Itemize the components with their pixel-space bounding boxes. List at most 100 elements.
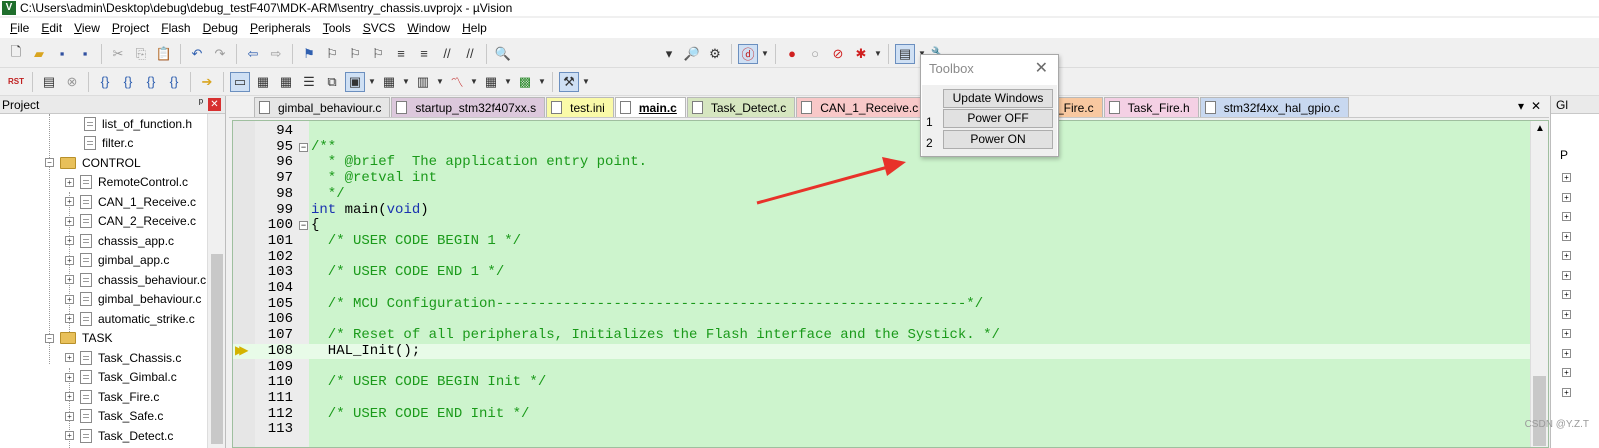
system-viewer-icon[interactable]: ▩ [515,72,535,92]
tree-file[interactable]: + automatic_strike.c [65,309,195,328]
expand-icon[interactable]: + [1562,251,1571,260]
tree-folder[interactable]: − CONTROL [45,153,141,172]
chevron-down-icon[interactable]: ▼ [582,77,590,86]
disassembly-window-icon[interactable]: ▦ [253,72,273,92]
expand-icon[interactable]: + [65,236,74,245]
menu-project[interactable]: Project [106,18,155,38]
editor-tab[interactable]: test.ini [546,97,614,117]
expand-icon[interactable]: + [65,392,74,401]
analysis-windows-icon[interactable]: 〽 [447,72,467,92]
code-line[interactable]: 106 [233,312,1530,328]
collapse-icon[interactable]: − [45,333,54,343]
run-icon[interactable]: ▤ [39,72,59,92]
uncomment-icon[interactable]: // [460,44,480,64]
menu-debug[interactable]: Debug [197,18,244,38]
chevron-down-icon[interactable]: ▼ [436,77,444,86]
fold-toggle-icon[interactable]: − [299,142,308,152]
code-line[interactable]: 100−{ [233,217,1530,234]
paste-icon[interactable]: 📋 [154,44,174,64]
expand-icon[interactable]: + [65,431,74,440]
expand-icon[interactable]: + [1562,192,1571,202]
step-out-icon[interactable]: {} [141,72,161,92]
pin-icon[interactable]: ᵖ [199,97,203,109]
cut-icon[interactable]: ✂ [108,44,128,64]
scroll-up-icon[interactable]: ▲ [1535,123,1545,134]
indent-icon[interactable]: ≡ [391,44,411,64]
code-line[interactable]: 112 /* USER CODE END Init */ [233,406,1530,423]
registers-window-icon[interactable]: ☰ [299,72,319,92]
command-window-icon[interactable]: ▭ [230,71,250,92]
expand-icon[interactable]: + [65,294,74,304]
find-in-files-icon[interactable]: 🔍 [493,44,513,64]
save-all-icon[interactable]: ▪ [75,44,95,64]
bookmark-icon[interactable]: ⚑ [299,44,319,64]
tab-list-icon[interactable]: ▾ [1518,99,1524,113]
expand-icon[interactable]: + [1562,270,1571,280]
close-icon[interactable]: ✕ [1531,99,1541,113]
serial-windows-icon[interactable]: ▥ [413,72,433,92]
code-line[interactable]: 110 /* USER CODE BEGIN Init */ [233,374,1530,391]
comment-icon[interactable]: // [437,44,457,64]
chevron-down-icon[interactable]: ▼ [402,77,410,86]
clear-bookmarks-icon[interactable]: ⚐ [368,44,388,64]
fold-toggle-icon[interactable]: − [299,221,308,231]
expand-icon[interactable]: + [1562,212,1571,221]
code-line[interactable]: 97 * @retval int [233,170,1530,187]
editor-tab[interactable]: stm32f4xx_hal_gpio.c [1199,97,1349,117]
tree-file[interactable]: + gimbal_app.c [65,251,169,270]
expand-icon[interactable]: + [65,411,74,421]
insert-breakpoint-icon[interactable]: ● [782,44,802,64]
stop-icon[interactable]: ⊗ [62,72,82,92]
power-off-button[interactable]: Power OFF [943,109,1053,128]
code-line[interactable]: 99 int main(void) [233,202,1530,219]
code-line[interactable]: 113 [233,422,1530,438]
next-bookmark-icon[interactable]: ⚐ [345,44,365,64]
tree-file[interactable]: + CAN_1_Receive.c [65,192,196,211]
toolbox-icon[interactable]: ⚒ [559,71,579,92]
editor-tab[interactable]: main.c [614,97,686,117]
redo-icon[interactable]: ↷ [210,44,230,64]
menu-edit[interactable]: Edit [35,18,68,38]
expand-icon[interactable]: + [1562,387,1571,397]
show-next-statement-icon[interactable]: ➔ [197,72,217,92]
save-icon[interactable]: ▪ [52,44,72,64]
close-icon[interactable]: ✕ [1035,58,1048,78]
editor-tab[interactable]: Task_Fire.h [1103,97,1199,117]
menu-file[interactable]: File [4,18,35,38]
code-line[interactable]: 111 [233,390,1530,407]
tree-file[interactable]: + Task_Safe.c [65,407,163,426]
watch-windows-icon[interactable]: ▣ [345,71,365,92]
window-layout-icon[interactable]: ▤ [895,43,915,64]
tree-file[interactable]: + Task_Detect.c [65,426,173,445]
trace-windows-icon[interactable]: ▦ [481,72,501,92]
chevron-down-icon[interactable]: ▼ [874,49,882,58]
menu-window[interactable]: Window [401,18,456,38]
call-stack-icon[interactable]: ⧉ [322,72,342,92]
incremental-find-icon[interactable]: ⚙ [705,44,725,64]
expand-icon[interactable]: + [65,216,74,226]
scrollbar-thumb[interactable] [1533,376,1546,446]
expand-icon[interactable]: + [1562,173,1571,182]
disable-breakpoints-icon[interactable]: ⊘ [828,44,848,64]
step-over-icon[interactable]: {} [118,72,138,92]
code-line[interactable]: 102 [233,249,1530,266]
tree-file[interactable]: + Task_Chassis.c [65,348,181,367]
update-windows-button[interactable]: Update Windows [943,89,1053,108]
undo-icon[interactable]: ↶ [187,44,207,64]
find-icon[interactable]: 🔎 [682,44,702,64]
tree-file[interactable]: + gimbal_behaviour.c [65,290,201,309]
chevron-down-icon[interactable]: ▼ [368,77,376,86]
symbols-window-icon[interactable]: ▦ [276,72,296,92]
kill-breakpoints-icon[interactable]: ✱ [851,44,871,64]
tree-file[interactable]: + RemoteControl.c [65,173,188,192]
navigate-forward-icon[interactable]: ⇨ [266,44,286,64]
expand-icon[interactable]: + [1562,329,1571,338]
tree-file[interactable]: filter.c [84,134,133,153]
expand-icon[interactable]: + [1562,309,1571,319]
menu-tools[interactable]: Tools [317,18,357,38]
tree-file[interactable]: + chassis_app.c [65,231,174,250]
power-on-button[interactable]: Power ON [943,130,1053,149]
new-file-icon[interactable]: 🗋 [6,44,26,64]
editor-scrollbar[interactable]: ▲ [1530,121,1548,447]
editor-tab[interactable]: gimbal_behaviour.c [254,97,391,117]
